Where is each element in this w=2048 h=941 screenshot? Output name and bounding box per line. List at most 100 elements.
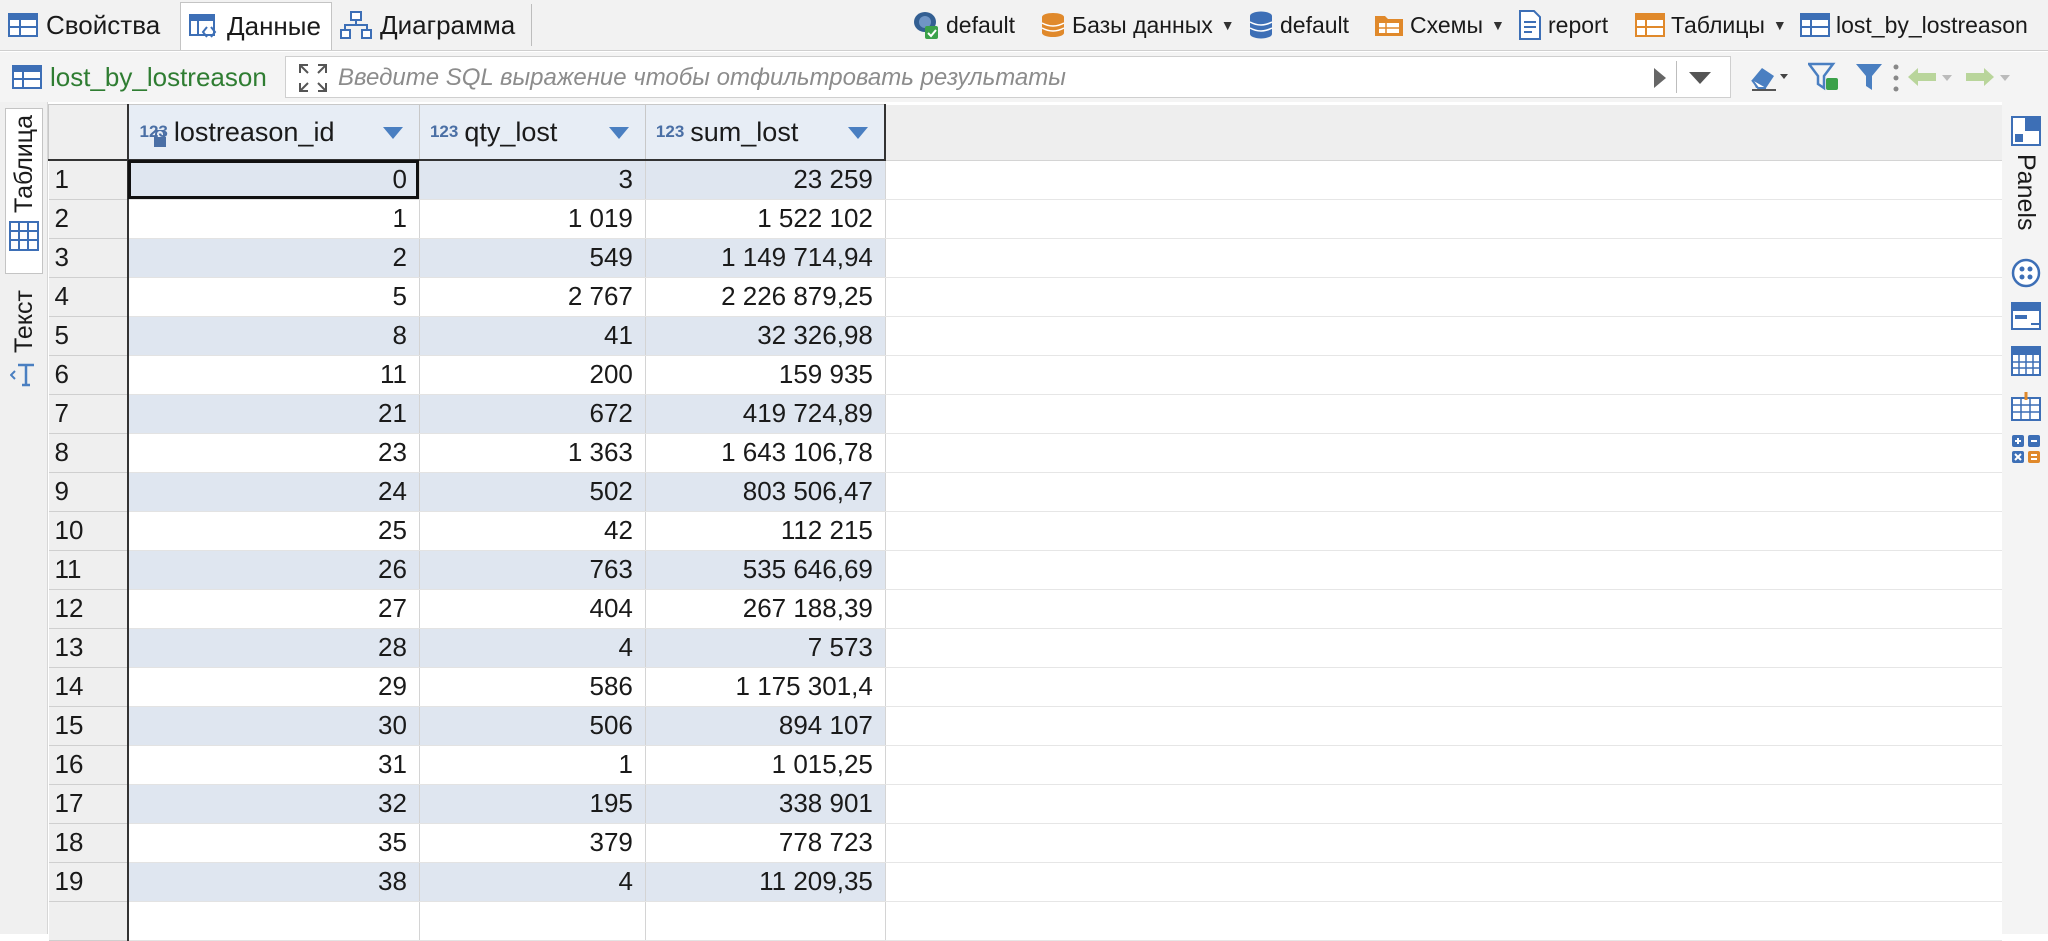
row-number[interactable]: 18 <box>48 823 130 863</box>
cell-sum-lost[interactable]: 7 573 <box>645 628 886 668</box>
tab-table-view[interactable]: Таблица <box>5 108 43 274</box>
cell-sum-lost[interactable]: 894 107 <box>645 706 886 746</box>
tab-data[interactable]: Данные <box>180 2 332 50</box>
cell-lostreason-id[interactable]: 5 <box>128 277 420 317</box>
cell-qty-lost[interactable]: 41 <box>419 316 646 356</box>
cell-lostreason-id[interactable]: 38 <box>128 862 420 902</box>
cell-qty-lost[interactable]: 3 <box>419 160 646 200</box>
more-options-icon[interactable] <box>1893 64 1899 92</box>
filter-history-dropdown-icon[interactable] <box>1688 71 1712 85</box>
panels-label[interactable]: Panels <box>2011 154 2040 230</box>
cell-lostreason-id[interactable]: 30 <box>128 706 420 746</box>
table-row[interactable]: 6 11 200 159 935 <box>48 355 2002 395</box>
cell-sum-lost[interactable]: 1 175 301,4 <box>645 667 886 707</box>
row-number[interactable]: 9 <box>48 472 130 512</box>
sort-arrow-icon[interactable] <box>848 127 869 139</box>
table-row[interactable]: 14 29 586 1 175 301,4 <box>48 667 2002 707</box>
column-header-qty-lost[interactable]: 123 qty_lost <box>418 104 646 161</box>
cell-sum-lost[interactable]: 1 149 714,94 <box>645 238 886 278</box>
cell-sum-lost[interactable]: 338 901 <box>645 784 886 824</box>
row-number[interactable]: 16 <box>48 745 130 785</box>
grouping-panel-icon[interactable] <box>2011 346 2041 376</box>
row-number[interactable]: 5 <box>48 316 130 356</box>
table-row[interactable]: 11 26 763 535 646,69 <box>48 550 2002 590</box>
table-row[interactable]: 10 25 42 112 215 <box>48 511 2002 551</box>
cell-sum-lost[interactable]: 1 643 106,78 <box>645 433 886 473</box>
cell-qty-lost[interactable]: 763 <box>419 550 646 590</box>
row-number[interactable]: 3 <box>48 238 130 278</box>
cell-qty-lost[interactable]: 1 363 <box>419 433 646 473</box>
row-number[interactable]: 1 <box>48 160 130 200</box>
tab-properties[interactable]: Свойства <box>0 2 170 48</box>
cell-qty-lost[interactable]: 1 019 <box>419 199 646 239</box>
active-table-name[interactable]: lost_by_lostreason <box>12 56 267 98</box>
cell-qty-lost[interactable]: 502 <box>419 472 646 512</box>
breadcrumb-tables[interactable]: Таблицы ▼ <box>1635 0 1787 50</box>
row-number[interactable]: 8 <box>48 433 130 473</box>
aggregate-panel-icon[interactable] <box>2011 434 2041 464</box>
cell-sum-lost[interactable]: 803 506,47 <box>645 472 886 512</box>
row-number[interactable]: 7 <box>48 394 130 434</box>
metadata-panel-icon[interactable] <box>2011 302 2041 332</box>
column-header-lostreason-id[interactable]: 123 lostreason_id <box>127 104 420 161</box>
sort-arrow-icon[interactable] <box>608 127 629 139</box>
breadcrumb-connection[interactable]: default <box>912 0 1015 50</box>
cell-sum-lost[interactable]: 267 188,39 <box>645 589 886 629</box>
forward-arrow-icon[interactable] <box>1964 66 2012 88</box>
cell-sum-lost[interactable]: 112 215 <box>645 511 886 551</box>
row-number[interactable]: 2 <box>48 199 130 239</box>
cell-qty-lost[interactable]: 404 <box>419 589 646 629</box>
cell-qty-lost[interactable]: 506 <box>419 706 646 746</box>
table-row[interactable]: 8 23 1 363 1 643 106,78 <box>48 433 2002 473</box>
cell-lostreason-id[interactable]: 26 <box>128 550 420 590</box>
cell-qty-lost[interactable]: 1 <box>419 745 646 785</box>
cell-lostreason-id[interactable]: 24 <box>128 472 420 512</box>
table-row[interactable]: 5 8 41 32 326,98 <box>48 316 2002 356</box>
cell-sum-lost[interactable]: 419 724,89 <box>645 394 886 434</box>
row-number[interactable]: 14 <box>48 667 130 707</box>
table-row[interactable]: 3 2 549 1 149 714,94 <box>48 238 2002 278</box>
cell-lostreason-id[interactable]: 31 <box>128 745 420 785</box>
expand-icon[interactable] <box>298 63 328 93</box>
cell-qty-lost[interactable]: 2 767 <box>419 277 646 317</box>
cell-qty-lost[interactable]: 4 <box>419 862 646 902</box>
breadcrumb-schemas[interactable]: Схемы ▼ <box>1374 0 1505 50</box>
eraser-icon[interactable] <box>1748 62 1790 92</box>
cell-lostreason-id[interactable]: 27 <box>128 589 420 629</box>
cell-sum-lost[interactable]: 2 226 879,25 <box>645 277 886 317</box>
row-number[interactable]: 15 <box>48 706 130 746</box>
table-row[interactable]: 7 21 672 419 724,89 <box>48 394 2002 434</box>
table-row[interactable]: 4 5 2 767 2 226 879,25 <box>48 277 2002 317</box>
breadcrumb-database[interactable]: default <box>1248 0 1349 50</box>
row-number[interactable]: 12 <box>48 589 130 629</box>
cell-lostreason-id[interactable]: 1 <box>128 199 420 239</box>
cell-lostreason-id[interactable]: 23 <box>128 433 420 473</box>
cell-lostreason-id[interactable]: 21 <box>128 394 420 434</box>
table-row[interactable]: 18 35 379 778 723 <box>48 823 2002 863</box>
cell-lostreason-id[interactable]: 25 <box>128 511 420 551</box>
row-number[interactable]: 4 <box>48 277 130 317</box>
breadcrumb-databases[interactable]: Базы данных ▼ <box>1040 0 1235 50</box>
cell-sum-lost[interactable]: 11 209,35 <box>645 862 886 902</box>
cell-lostreason-id[interactable]: 8 <box>128 316 420 356</box>
tab-diagram[interactable]: Диаграмма <box>332 2 525 48</box>
table-row[interactable]: 2 1 1 019 1 522 102 <box>48 199 2002 239</box>
table-row[interactable]: 15 30 506 894 107 <box>48 706 2002 746</box>
sql-filter-input[interactable] <box>336 61 1630 95</box>
cell-qty-lost[interactable]: 42 <box>419 511 646 551</box>
cell-lostreason-id[interactable]: 0 <box>128 160 420 200</box>
breadcrumb-schema[interactable]: report <box>1518 0 1608 50</box>
table-row[interactable]: 19 38 4 11 209,35 <box>48 862 2002 902</box>
row-number[interactable]: 11 <box>48 550 130 590</box>
table-row[interactable]: 17 32 195 338 901 <box>48 784 2002 824</box>
cell-qty-lost[interactable]: 4 <box>419 628 646 668</box>
cell-lostreason-id[interactable]: 32 <box>128 784 420 824</box>
filter-settings-icon[interactable] <box>1808 62 1840 92</box>
cell-sum-lost[interactable]: 535 646,69 <box>645 550 886 590</box>
cell-sum-lost[interactable]: 1 015,25 <box>645 745 886 785</box>
cell-sum-lost[interactable]: 778 723 <box>645 823 886 863</box>
cell-lostreason-id[interactable]: 11 <box>128 355 420 395</box>
cell-qty-lost[interactable]: 586 <box>419 667 646 707</box>
grid-corner[interactable] <box>48 104 130 161</box>
cell-sum-lost[interactable]: 23 259 <box>645 160 886 200</box>
